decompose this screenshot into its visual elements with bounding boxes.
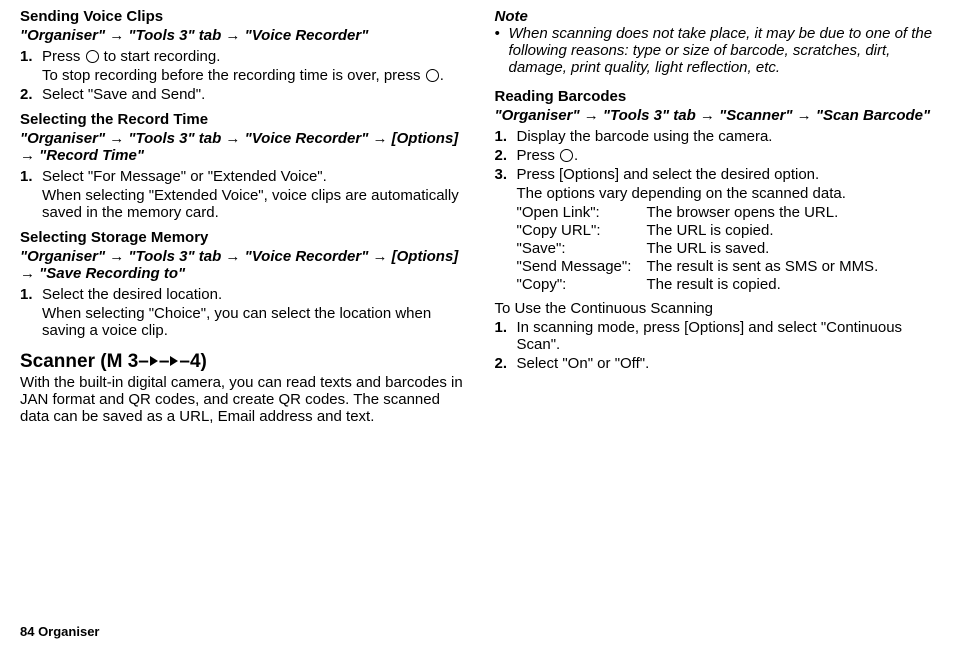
option-row: "Save": The URL is saved. [517, 240, 940, 257]
heading-continuous-scanning: To Use the Continuous Scanning [495, 300, 940, 317]
step-text: Select the desired location. [42, 286, 465, 303]
page-footer: 84 Organiser [20, 624, 100, 639]
right-arrow-icon [170, 356, 178, 366]
step-text: Select "On" or "Off". [517, 355, 940, 372]
step-text: In scanning mode, press [Options] and se… [517, 319, 940, 353]
step-number: 1. [20, 48, 42, 65]
code-part: –4) [179, 351, 206, 372]
option-desc: The URL is copied. [647, 222, 774, 239]
note-bullet: • When scanning does not take place, it … [495, 25, 940, 76]
step-1-press-record: 1. Press to start recording. [20, 48, 465, 65]
heading-scanner-text: Scanner [20, 351, 100, 372]
step-text: Press . [517, 147, 940, 164]
step-detail: When selecting "Extended Voice", voice c… [42, 187, 465, 221]
right-arrow-icon [150, 356, 158, 366]
option-label: "Save": [517, 240, 647, 257]
note-text: When scanning does not take place, it ma… [509, 25, 940, 76]
option-label: "Copy URL": [517, 222, 647, 239]
option-desc: The browser opens the URL. [647, 204, 839, 221]
heading-record-time: Selecting the Record Time [20, 111, 465, 128]
step-text-part: . [574, 147, 578, 164]
step-select-voice-mode: 1. Select "For Message" or "Extended Voi… [20, 168, 465, 185]
code-part: (M 3– [100, 351, 149, 372]
step-press-center: 2. Press . [495, 147, 940, 164]
step-text: Select "Save and Send". [42, 86, 465, 103]
heading-reading-barcodes: Reading Barcodes [495, 88, 940, 105]
step-number: 2. [495, 355, 517, 372]
option-desc: The result is copied. [647, 276, 781, 293]
option-label: "Copy": [517, 276, 647, 293]
step-text: Display the barcode using the camera. [517, 128, 940, 145]
step-on-off: 2. Select "On" or "Off". [495, 355, 940, 372]
option-desc: The result is sent as SMS or MMS. [647, 258, 879, 275]
page-container: Sending Voice Clips "Organiser" → "Tools… [20, 8, 939, 639]
heading-scanner-code: (M 3–––4) [100, 351, 207, 372]
option-row: "Copy URL": The URL is copied. [517, 222, 940, 239]
step-select-location: 1. Select the desired location. [20, 286, 465, 303]
step-text: Select "For Message" or "Extended Voice"… [42, 168, 465, 185]
heading-sending-voice-clips: Sending Voice Clips [20, 8, 465, 25]
step-text: Press [Options] and select the desired o… [517, 166, 940, 183]
step-press-options: 3. Press [Options] and select the desire… [495, 166, 940, 183]
step-detail: To stop recording before the recording t… [42, 67, 465, 84]
option-label: "Open Link": [517, 204, 647, 221]
step-text-part: Press [42, 48, 85, 65]
bullet-icon: • [495, 25, 509, 76]
option-row: "Copy": The result is copied. [517, 276, 940, 293]
center-button-icon [560, 149, 573, 162]
step-continuous-scan: 1. In scanning mode, press [Options] and… [495, 319, 940, 353]
step-number: 1. [20, 286, 42, 303]
center-button-icon [426, 69, 439, 82]
step-number: 1. [495, 319, 517, 353]
step-2-save-send: 2. Select "Save and Send". [20, 86, 465, 103]
heading-scanner: Scanner (M 3–––4) [20, 351, 465, 373]
note-heading: Note [495, 8, 940, 25]
step-detail-part: . [440, 67, 444, 84]
scan-options-table: "Open Link": The browser opens the URL. … [517, 204, 940, 294]
step-text: Press to start recording. [42, 48, 465, 65]
option-row: "Open Link": The browser opens the URL. [517, 204, 940, 221]
option-label: "Send Message": [517, 258, 647, 275]
step-text-part: to start recording. [100, 48, 221, 65]
step-detail-part: To stop recording before the recording t… [42, 67, 425, 84]
scanner-intro: With the built-in digital camera, you ca… [20, 374, 465, 425]
nav-path-record-time: "Organiser" → "Tools 3" tab → "Voice Rec… [20, 130, 465, 164]
right-column: Note • When scanning does not take place… [495, 8, 940, 639]
step-detail: The options vary depending on the scanne… [517, 185, 940, 202]
step-number: 1. [20, 168, 42, 185]
nav-path-voice-recorder: "Organiser" → "Tools 3" tab → "Voice Rec… [20, 27, 465, 44]
nav-path-save-recording: "Organiser" → "Tools 3" tab → "Voice Rec… [20, 248, 465, 282]
code-part: – [159, 351, 170, 372]
option-row: "Send Message": The result is sent as SM… [517, 258, 940, 275]
step-detail: When selecting "Choice", you can select … [42, 305, 465, 339]
center-button-icon [86, 50, 99, 63]
step-display-barcode: 1. Display the barcode using the camera. [495, 128, 940, 145]
heading-storage-memory: Selecting Storage Memory [20, 229, 465, 246]
left-column: Sending Voice Clips "Organiser" → "Tools… [20, 8, 465, 639]
step-number: 1. [495, 128, 517, 145]
step-number: 2. [20, 86, 42, 103]
step-text-part: Press [517, 147, 560, 164]
option-desc: The URL is saved. [647, 240, 770, 257]
step-number: 2. [495, 147, 517, 164]
step-number: 3. [495, 166, 517, 183]
nav-path-scan-barcode: "Organiser" → "Tools 3" tab → "Scanner" … [495, 107, 940, 124]
